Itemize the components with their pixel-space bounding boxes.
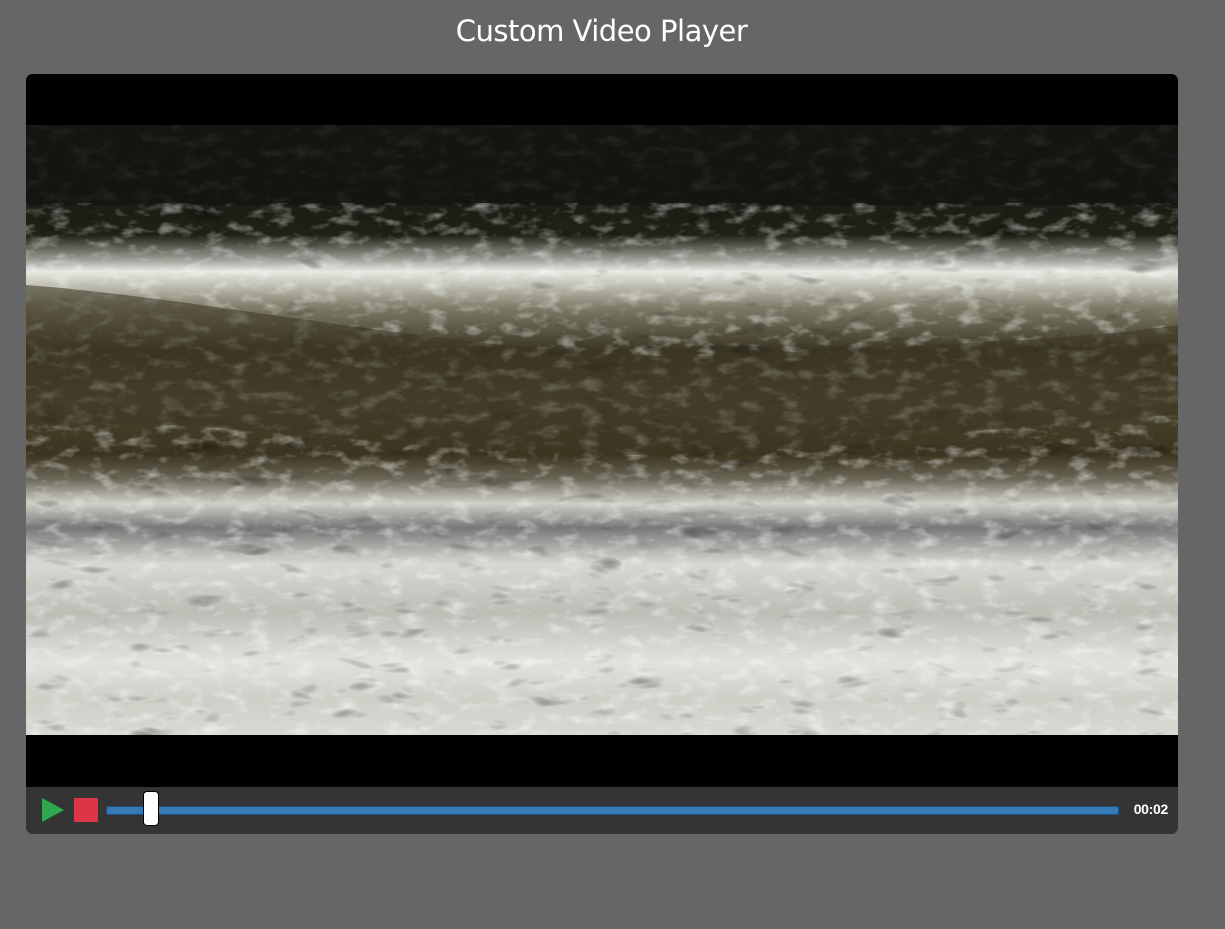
- stop-icon: [74, 798, 98, 822]
- controls-bar: 00:02: [26, 787, 1178, 834]
- video-viewport[interactable]: [26, 74, 1178, 787]
- video-frame: [26, 125, 1178, 735]
- stop-button[interactable]: [74, 797, 100, 823]
- progress-slider[interactable]: [106, 791, 1119, 826]
- play-button[interactable]: [40, 797, 66, 823]
- time-display: 00:02: [1133, 801, 1169, 817]
- progress-thumb[interactable]: [142, 791, 159, 826]
- video-player: 00:02: [26, 74, 1178, 834]
- progress-track[interactable]: [106, 806, 1119, 815]
- page-title: Custom Video Player: [455, 14, 748, 48]
- play-icon: [42, 798, 64, 822]
- video-frame-image: [26, 125, 1178, 735]
